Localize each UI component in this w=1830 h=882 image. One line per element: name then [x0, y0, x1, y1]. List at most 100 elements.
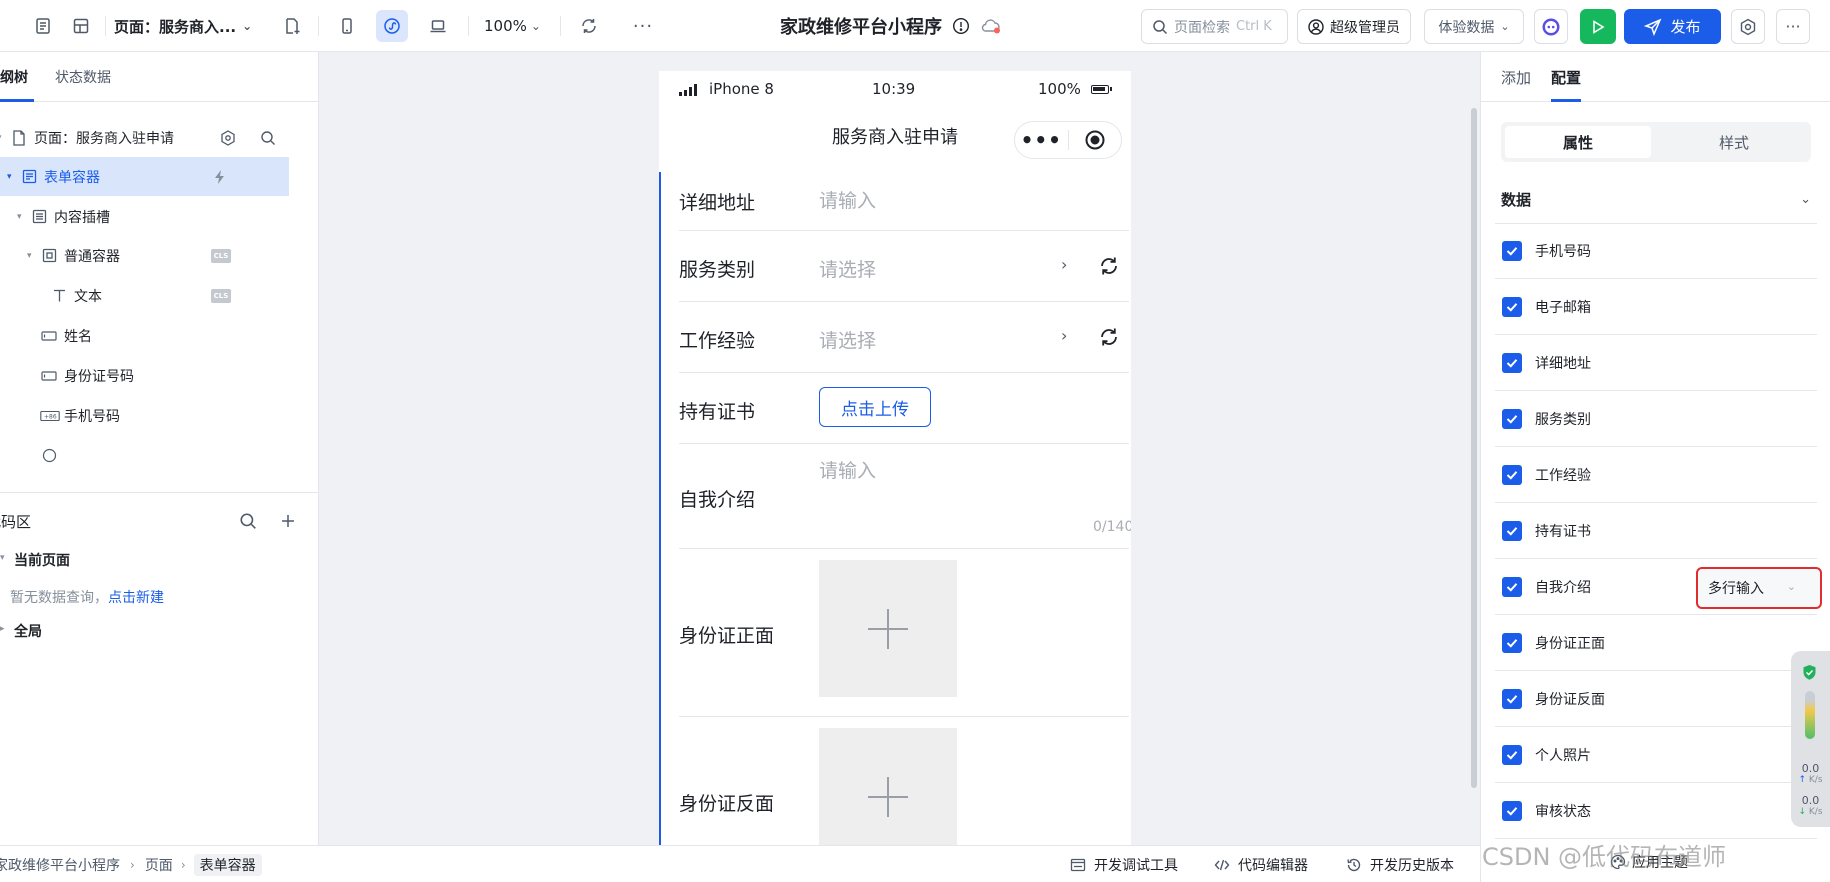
field-label: 个人照片: [1535, 747, 1591, 764]
caret-down-icon[interactable]: ▾: [0, 133, 2, 143]
page-search-input[interactable]: 页面检索 Ctrl K: [1141, 9, 1288, 44]
more-icon[interactable]: •••: [1015, 130, 1068, 150]
lightning-icon[interactable]: [212, 169, 228, 185]
network-monitor-widget[interactable]: 0.0 ↑ K/s 0.0 ↓ K/s: [1791, 651, 1830, 827]
tab-outline-tree[interactable]: 大纲树: [0, 67, 28, 87]
current-page-group[interactable]: 当前页面: [14, 550, 70, 570]
code-editor-button[interactable]: 代码编辑器: [1214, 846, 1308, 882]
shield-icon: [1803, 665, 1816, 680]
refresh-button[interactable]: [573, 10, 605, 42]
field-item-email[interactable]: 电子邮箱: [1495, 279, 1817, 335]
checkbox-checked[interactable]: [1502, 241, 1522, 261]
tree-item-form-container[interactable]: ▾ 表单容器: [0, 157, 289, 196]
field-item-photo[interactable]: 个人照片: [1495, 727, 1817, 783]
caret-down-icon[interactable]: ▾: [0, 553, 5, 563]
checkbox-checked[interactable]: [1502, 408, 1522, 429]
checkbox-checked[interactable]: [1502, 296, 1522, 317]
tab-state-data[interactable]: 状态数据: [55, 67, 111, 87]
breadcrumb-current[interactable]: 表单容器: [193, 853, 262, 876]
publish-button[interactable]: 发布: [1624, 9, 1721, 44]
breadcrumb-app[interactable]: 家政维修平台小程序: [0, 855, 120, 875]
tree-item-partial[interactable]: [0, 436, 289, 475]
page-select[interactable]: 页面：服务商入... ⌄: [114, 10, 252, 42]
caret-right-icon[interactable]: ▸: [0, 624, 5, 634]
caret-down-icon[interactable]: ▾: [7, 172, 12, 182]
app-settings-button[interactable]: [1731, 9, 1765, 44]
layout-view-button[interactable]: [65, 10, 97, 42]
run-button[interactable]: [1580, 9, 1616, 44]
add-icon[interactable]: [278, 511, 298, 531]
miniprogram-view-button[interactable]: [376, 10, 408, 42]
field-item-experience[interactable]: 工作经验: [1495, 447, 1817, 503]
dev-debug-tools-button[interactable]: 开发调试工具: [1070, 846, 1178, 882]
refresh-icon[interactable]: [1098, 255, 1120, 277]
tree-item-name[interactable]: 姓名: [0, 316, 289, 355]
data-mode-select[interactable]: 体验数据 ⌄: [1424, 9, 1524, 44]
field-item-address[interactable]: 详细地址: [1495, 335, 1817, 391]
history-icon: [1347, 858, 1361, 871]
tree-item-content-slot[interactable]: ▾ 内容插槽: [0, 197, 289, 236]
tree-item-container[interactable]: ▾ 普通容器 CLS: [0, 236, 289, 275]
tab-config[interactable]: 配置: [1551, 67, 1581, 88]
checkbox-checked[interactable]: [1502, 688, 1522, 709]
id-front-upload[interactable]: [819, 560, 957, 697]
form-row-address: 详细地址 请输入: [679, 172, 1129, 231]
mobile-view-button[interactable]: [331, 10, 363, 42]
checkbox-checked[interactable]: [1502, 352, 1522, 373]
zoom-select[interactable]: 100% ⌄: [484, 10, 541, 42]
address-input[interactable]: 请输入: [819, 186, 876, 213]
tree-item-phone[interactable]: +86 手机号码: [0, 396, 289, 435]
global-group[interactable]: 全局: [14, 621, 42, 641]
caret-down-icon[interactable]: ▾: [27, 251, 32, 261]
field-item-phone[interactable]: 手机号码: [1495, 223, 1817, 279]
more-button[interactable]: ···: [627, 10, 659, 42]
breadcrumb-page[interactable]: 页面: [145, 855, 173, 875]
more-menu-button[interactable]: ···: [1776, 9, 1810, 44]
refresh-icon[interactable]: [1098, 326, 1120, 348]
role-button[interactable]: 超级管理员: [1297, 9, 1411, 44]
cloud-sync-icon[interactable]: [980, 17, 1002, 35]
self-intro-textarea[interactable]: 请输入: [819, 456, 876, 483]
tree-item-id-number[interactable]: 身份证号码: [0, 356, 289, 395]
caret-down-icon[interactable]: ▾: [17, 212, 22, 222]
search-icon[interactable]: [238, 511, 258, 531]
checkbox-checked[interactable]: [1502, 632, 1522, 653]
checkbox-checked[interactable]: [1502, 800, 1522, 821]
data-section-header[interactable]: 数据 ⌄: [1501, 184, 1811, 214]
desktop-view-button[interactable]: [422, 10, 454, 42]
checkbox-checked[interactable]: [1502, 576, 1522, 597]
close-miniprogram-icon[interactable]: [1068, 129, 1121, 151]
tab-add[interactable]: 添加: [1501, 67, 1531, 88]
segment-properties[interactable]: 属性: [1505, 126, 1651, 158]
create-query-link[interactable]: 点击新建: [108, 590, 164, 606]
cls-tag: CLS: [211, 248, 231, 263]
page-settings-icon[interactable]: [220, 129, 236, 146]
search-icon[interactable]: [260, 130, 276, 146]
experience-select[interactable]: 请选择: [819, 326, 876, 353]
upload-certificate-button[interactable]: 点击上传: [819, 387, 931, 427]
checkbox-checked[interactable]: [1502, 520, 1522, 541]
id-back-upload[interactable]: [819, 728, 957, 845]
upload-speed: 0.0: [1801, 762, 1820, 775]
field-item-service-category[interactable]: 服务类别: [1495, 391, 1817, 447]
field-item-review-status[interactable]: 审核状态: [1495, 783, 1817, 839]
service-category-select[interactable]: 请选择: [819, 255, 876, 282]
miniprogram-capsule[interactable]: •••: [1014, 121, 1122, 159]
field-item-id-front[interactable]: 身份证正面: [1495, 615, 1817, 671]
checkbox-checked[interactable]: [1502, 744, 1522, 765]
checkbox-checked[interactable]: [1502, 464, 1522, 485]
add-page-button[interactable]: [276, 10, 308, 42]
field-item-self-intro[interactable]: 自我介绍 多行输入 ⌄: [1495, 559, 1822, 615]
app-theme-button[interactable]: 应用主题: [1610, 852, 1688, 872]
segment-style[interactable]: 样式: [1661, 126, 1807, 158]
info-icon[interactable]: [952, 17, 970, 35]
ai-assistant-button[interactable]: [1534, 9, 1568, 44]
outline-view-button[interactable]: [27, 10, 59, 42]
field-item-id-back[interactable]: 身份证反面: [1495, 671, 1817, 727]
tree-item-page[interactable]: ▾ 页面：服务商入驻申请: [0, 118, 289, 157]
field-type-select[interactable]: 多行输入 ⌄: [1696, 567, 1822, 609]
field-item-certificate[interactable]: 持有证书: [1495, 503, 1817, 559]
dev-history-button[interactable]: 开发历史版本: [1346, 846, 1454, 882]
canvas-scrollbar[interactable]: [1471, 108, 1477, 788]
tree-item-text[interactable]: 文本 CLS: [0, 276, 289, 315]
